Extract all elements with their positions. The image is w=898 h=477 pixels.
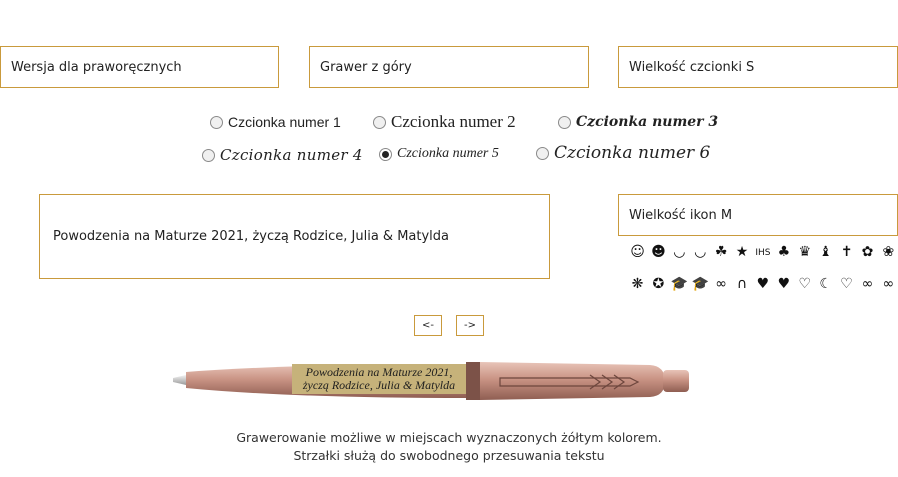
medal-icon[interactable]: ✪: [649, 276, 668, 292]
star-icon[interactable]: ★: [733, 244, 752, 262]
icon-picker-row-2: ❋ ✪ 🎓 🎓 ∞ ∩ ♥ ♥ ♡ ☾ ♡ ∞ ∞: [628, 276, 898, 292]
font-label-6: Czcionka numer 6: [554, 143, 711, 163]
font-option-4[interactable]: Czcionka numer 4: [202, 146, 363, 164]
candle-icon[interactable]: ✝: [837, 244, 856, 262]
heart-thin-icon[interactable]: ♡: [837, 276, 856, 292]
ihs-icon[interactable]: IHS: [753, 244, 772, 262]
move-left-button[interactable]: <-: [414, 315, 442, 336]
font-radio-5[interactable]: [379, 147, 392, 161]
font-label-1: Czcionka numer 1: [228, 114, 341, 130]
font-radio-3[interactable]: [558, 115, 571, 129]
engraving-preview-line-2: życzą Rodzice, Julia & Matylda: [302, 378, 456, 392]
moon-icon[interactable]: ☾: [816, 276, 835, 292]
graduation-cap-alt-icon[interactable]: 🎓: [691, 276, 710, 292]
icon-picker-row-1: ☺ ☻ ◡ ◡ ☘ ★ IHS ♣ ♛ ♝ ✝ ✿ ❀: [628, 244, 898, 262]
figure-icon[interactable]: ♝: [816, 244, 835, 262]
font-option-6[interactable]: Czcionka numer 6: [536, 143, 710, 163]
font-label-2: Czcionka numer 2: [391, 112, 516, 131]
heart-icon[interactable]: ♥: [774, 276, 793, 292]
font-label-4: Czcionka numer 4: [220, 146, 363, 164]
crown-icon[interactable]: ♛: [795, 244, 814, 262]
icon-size-select[interactable]: Wielkość ikon M: [618, 194, 898, 236]
heart-outline-icon[interactable]: ♡: [795, 276, 814, 292]
hand-version-select[interactable]: Wersja dla praworęcznych: [0, 46, 279, 88]
horseshoe-icon[interactable]: ∩: [733, 276, 752, 292]
infinity-icon[interactable]: ∞: [858, 276, 877, 292]
font-option-3[interactable]: Czcionka numer 3: [558, 114, 718, 130]
engrave-position-select[interactable]: Grawer z góry: [309, 46, 589, 88]
font-label-5: Czcionka numer 5: [397, 146, 499, 161]
smiley-icon[interactable]: ☺: [628, 244, 647, 262]
font-label-3: Czcionka numer 3: [576, 114, 719, 130]
smile-wide-icon[interactable]: ◡: [691, 244, 710, 262]
graduation-cap-icon[interactable]: 🎓: [670, 276, 689, 292]
paw-icon[interactable]: ❋: [628, 276, 647, 292]
font-radio-6[interactable]: [536, 146, 549, 160]
arrows-note: Strzałki służą do swobodnego przesuwania…: [293, 448, 605, 463]
pen-tip: [173, 375, 186, 385]
rings-icon[interactable]: ∞: [712, 276, 731, 292]
engraving-text-input[interactable]: Powodzenia na Maturze 2021, życzą Rodzic…: [39, 194, 550, 279]
smiley-outline-icon[interactable]: ☻: [649, 244, 668, 262]
engraving-note: Grawerowanie możliwe w miejscach wyznacz…: [236, 430, 662, 445]
font-radio-2[interactable]: [373, 115, 386, 129]
font-radio-1[interactable]: [210, 115, 223, 129]
engraving-preview: Powodzenia na Maturze 2021, życzą Rodzic…: [292, 364, 466, 394]
font-option-5[interactable]: Czcionka numer 5: [379, 146, 499, 162]
font-radio-4[interactable]: [202, 148, 215, 162]
font-option-2[interactable]: Czcionka numer 2: [373, 112, 516, 132]
four-leaf-clover-icon[interactable]: ♣: [774, 244, 793, 262]
heart-swirl-icon[interactable]: ♥: [753, 276, 772, 292]
pen-cap-end: [663, 370, 689, 392]
smile-icon[interactable]: ◡: [670, 244, 689, 262]
move-right-button[interactable]: ->: [456, 315, 484, 336]
font-size-select[interactable]: Wielkość czcionki S: [618, 46, 898, 88]
infinity-alt-icon[interactable]: ∞: [879, 276, 898, 292]
clover-icon[interactable]: ☘: [712, 244, 731, 262]
rose-icon[interactable]: ✿: [858, 244, 877, 262]
font-option-1[interactable]: Czcionka numer 1: [210, 114, 341, 130]
pen-ring: [466, 362, 480, 400]
rose-bloom-icon[interactable]: ❀: [879, 244, 898, 262]
